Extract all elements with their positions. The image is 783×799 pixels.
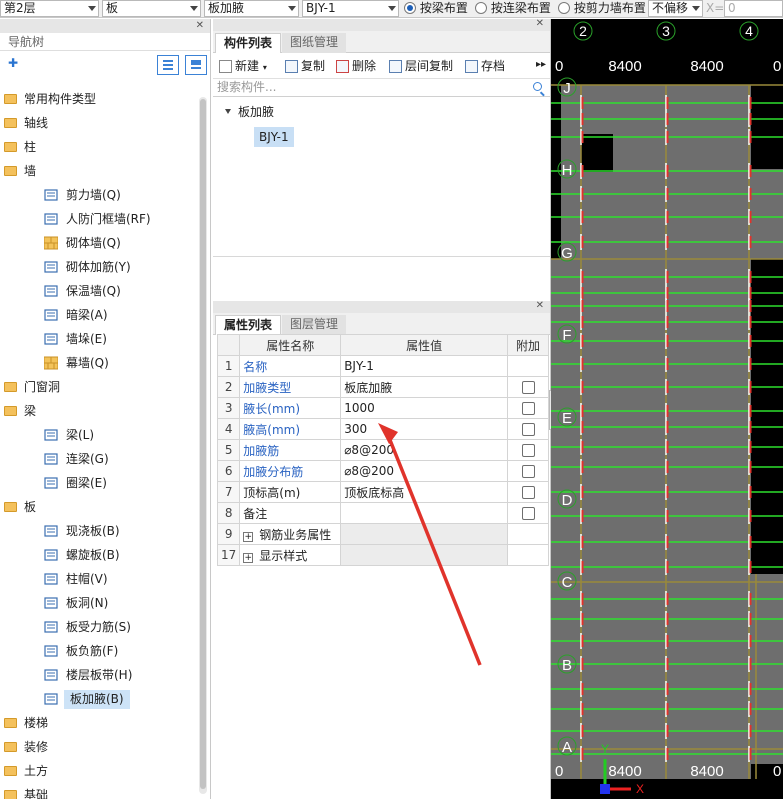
annotation-overlay bbox=[378, 423, 482, 666]
annotation-arrow-head bbox=[378, 423, 398, 444]
annotation-arrow-line bbox=[386, 434, 482, 666]
